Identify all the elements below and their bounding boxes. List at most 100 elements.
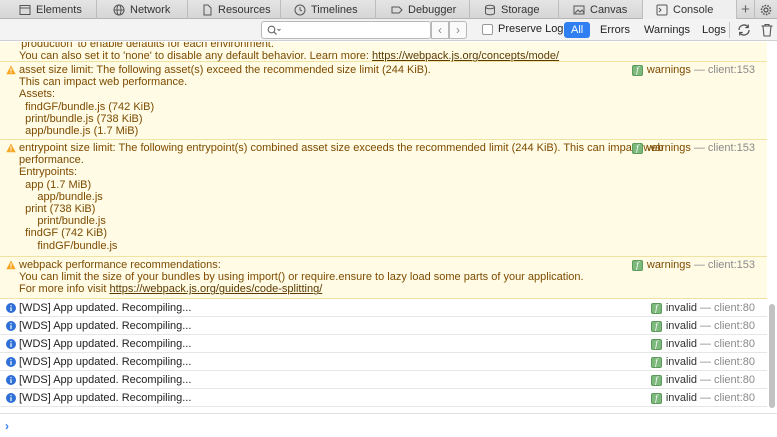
gear-icon [760,4,772,15]
console-warning-message[interactable]: asset size limit: The following asset(s)… [0,62,767,140]
console-warning-message[interactable]: 'production' to enable defaults for each… [0,42,767,62]
preserve-log-toggle[interactable]: Preserve Log [482,23,563,35]
preserve-log-label: Preserve Log [498,23,564,35]
message-line: print/bundle.js [19,215,106,228]
message-source[interactable]: f warnings — client:153 [631,64,755,76]
source-function: invalid [665,356,698,368]
message-line: entrypoint size limit: The following ent… [19,142,664,154]
tab-label: Resources [218,3,271,16]
tab-timelines[interactable]: Timelines [281,0,376,19]
console-info-message[interactable]: [WDS] App updated. Recompiling... f inva… [0,353,767,371]
message-line: [WDS] App updated. Recompiling... [19,392,192,404]
chevron-right-icon: › [456,23,460,37]
resources-icon [201,4,213,16]
console-scrollbar[interactable] [767,42,777,413]
source-location[interactable]: client:80 [714,302,755,314]
message-line: For more info visit [19,283,110,296]
tab-canvas[interactable]: Canvas [559,0,643,19]
console-warning-message[interactable]: entrypoint size limit: The following ent… [0,140,767,257]
source-location[interactable]: client:153 [708,259,755,271]
message-line: Entrypoints: [19,166,78,179]
console-message-list: 'production' to enable defaults for each… [0,42,767,413]
source-location[interactable]: client:80 [714,356,755,368]
source-location[interactable]: client:153 [708,142,755,154]
tab-label: Debugger [408,3,457,16]
filter-errors-button[interactable]: Errors [593,22,637,38]
network-icon [113,4,125,16]
console-warning-message[interactable]: webpack performance recommendations: You… [0,257,767,299]
console-icon [656,4,668,16]
message-source[interactable]: f invalid — client:80 [650,374,755,386]
function-badge-icon: f [631,142,643,154]
tab-resources[interactable]: Resources [188,0,281,19]
message-source[interactable]: f invalid — client:80 [650,302,755,314]
message-line: app/bundle.js (1.7 MiB) [19,125,139,138]
info-icon [6,393,16,403]
tab-label: Network [130,3,171,16]
tab-label: Timelines [311,3,358,16]
tab-console[interactable]: Console [643,0,737,19]
function-badge-icon: f [631,64,643,76]
source-function: invalid [665,338,698,350]
settings-button[interactable] [755,0,777,19]
message-line: print (738 KiB) [19,203,96,216]
filter-all-button[interactable]: All [564,22,591,38]
tab-network[interactable]: Network [97,0,188,19]
message-line: app/bundle.js [19,190,103,203]
message-source[interactable]: f warnings — client:153 [631,142,755,154]
search-input[interactable] [286,23,426,37]
clear-console-icon[interactable] [736,22,752,38]
message-line: [WDS] App updated. Recompiling... [19,356,192,368]
function-badge-icon: f [650,338,662,350]
source-location[interactable]: client:153 [708,64,755,76]
scrollbar-thumb[interactable] [769,304,775,408]
source-location[interactable]: client:80 [714,338,755,350]
tab-elements[interactable]: Elements [0,0,97,19]
source-function: invalid [665,374,698,386]
filter-warnings-button[interactable]: Warnings [637,22,697,38]
console-prompt[interactable]: › [0,413,777,437]
message-source[interactable]: f invalid — client:80 [650,320,755,332]
message-line: asset size limit: The following asset(s)… [19,64,431,76]
code-splitting-docs-link[interactable]: https://webpack.js.org/guides/code-split… [109,283,322,295]
source-location[interactable]: client:80 [714,392,755,404]
new-tab-button[interactable]: + [737,0,755,19]
message-line: 'production' to enable defaults for each… [19,42,274,50]
source-location[interactable]: client:80 [714,374,755,386]
debugger-icon [391,4,403,16]
previous-match-button[interactable]: ‹ [431,21,449,39]
message-source[interactable]: f invalid — client:80 [650,356,755,368]
function-badge-icon: f [650,392,662,404]
message-source[interactable]: f invalid — client:80 [650,392,755,404]
info-icon [6,303,16,313]
chevron-left-icon: ‹ [438,23,442,37]
function-badge-icon: f [650,320,662,332]
message-source[interactable]: f warnings — client:153 [631,259,755,271]
source-function: warnings [646,64,691,76]
tab-debugger[interactable]: Debugger [376,0,470,19]
function-badge-icon: f [650,302,662,314]
console-info-message[interactable]: [WDS] App updated. Recompiling... f inva… [0,335,767,353]
source-function: warnings [646,142,691,154]
tab-label: Console [673,3,714,16]
console-info-message[interactable]: [WDS] App updated. Recompiling... f inva… [0,317,767,335]
message-source[interactable]: f invalid — client:80 [650,338,755,350]
console-info-message[interactable]: [WDS] App updated. Recompiling... f inva… [0,299,767,317]
console-info-message[interactable]: [WDS] App updated. Recompiling... f inva… [0,389,767,407]
filter-logs-button[interactable]: Logs [695,22,733,38]
trash-icon[interactable] [760,22,774,38]
search-field[interactable] [261,21,431,39]
mode-docs-link[interactable]: https://webpack.js.org/concepts/mode/ [372,50,559,62]
tab-label: Elements [36,3,82,16]
message-line: findGF (742 KiB) [19,227,108,240]
function-badge-icon: f [631,259,643,271]
function-badge-icon: f [650,356,662,368]
tab-storage[interactable]: Storage [470,0,559,19]
search-icon [267,25,281,35]
next-match-button[interactable]: › [449,21,467,39]
warning-icon [6,143,16,153]
console-info-message[interactable]: [WDS] App updated. Recompiling... f inva… [0,371,767,389]
preserve-log-checkbox[interactable] [482,23,493,35]
source-location[interactable]: client:80 [714,320,755,332]
message-line: performance. [19,154,84,167]
